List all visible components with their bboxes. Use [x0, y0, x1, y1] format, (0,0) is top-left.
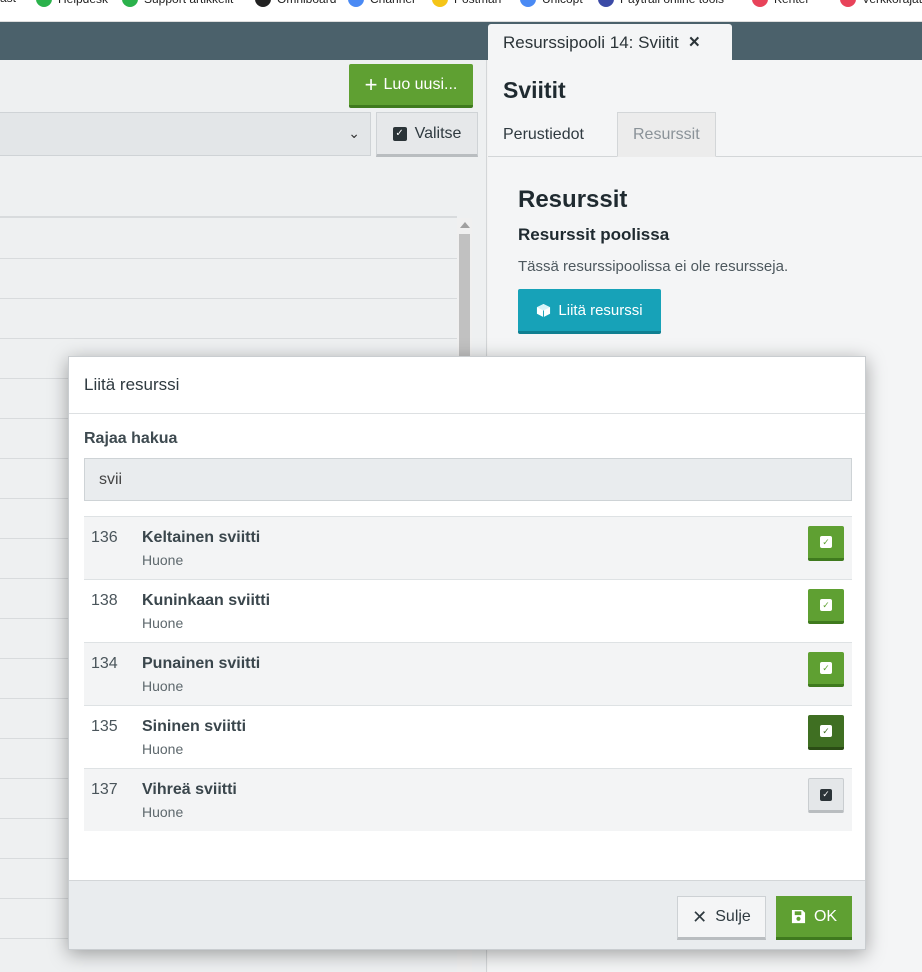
search-input[interactable] — [84, 458, 852, 501]
resource-type: Huone — [142, 615, 184, 631]
result-row[interactable]: 136 Keltainen sviitti Huone ✓ — [84, 516, 852, 579]
result-row[interactable]: 137 Vihreä sviitti Huone ✓ — [84, 768, 852, 831]
bookmark-label: Paytrail online tools — [620, 0, 724, 6]
bookmark-item[interactable]: Omniboard — [255, 0, 336, 7]
bookmark-item[interactable]: Support artikkelit — [122, 0, 233, 7]
filter-label: Rajaa hakua — [84, 430, 178, 447]
close-icon: ✕ — [692, 906, 708, 927]
resource-name: Keltainen sviitti — [142, 529, 261, 546]
tab-perustiedot[interactable]: Perustiedot — [503, 112, 584, 157]
result-row[interactable]: 138 Kuninkaan sviitti Huone ✓ — [84, 579, 852, 642]
select-checkbox[interactable]: ✓ — [808, 526, 844, 561]
resource-type: Huone — [142, 804, 184, 820]
resource-id: 135 — [91, 718, 118, 735]
resource-id: 134 — [91, 655, 118, 672]
plus-icon: + — [364, 71, 378, 97]
select-checkbox[interactable]: ✓ — [808, 652, 844, 687]
bookmark-item[interactable]: Helpdesk — [36, 0, 108, 7]
bookmark-icon — [840, 0, 856, 7]
panel-title: Sviitit — [503, 77, 566, 103]
ok-button[interactable]: OK — [776, 896, 852, 940]
resource-name: Sininen sviitti — [142, 718, 247, 735]
bookmark-item[interactable]: Paytrail online tools — [598, 0, 724, 7]
select-checkbox[interactable]: ✓ — [808, 778, 844, 813]
bookmark-item[interactable]: ast — [0, 0, 16, 5]
filter-select[interactable]: ⌄ — [0, 112, 371, 156]
resource-type: Huone — [142, 552, 184, 568]
check-icon: ✓ — [820, 599, 832, 611]
attach-resource-dialog: Liitä resurssi Rajaa hakua 136 Keltainen … — [68, 356, 866, 950]
bookmark-label: Unicopt — [542, 0, 583, 6]
select-mode-button[interactable]: ✓ Valitse — [376, 112, 478, 157]
check-icon: ✓ — [820, 788, 832, 801]
bookmark-icon — [432, 0, 448, 7]
bookmark-label: Channel — [370, 0, 415, 6]
scroll-up-icon[interactable] — [460, 222, 470, 228]
bookmark-icon — [598, 0, 614, 7]
select-mode-label: Valitse — [414, 124, 462, 142]
bookmark-icon — [348, 0, 364, 7]
result-row[interactable]: 135 Sininen sviitti Huone ✓ — [84, 705, 852, 768]
checkbox-icon: ✓ — [392, 126, 407, 141]
bookmark-label: Postman — [454, 0, 501, 6]
bookmark-icon — [36, 0, 52, 7]
resource-type: Huone — [142, 741, 184, 757]
attach-resource-label: Liitä resurssi — [558, 301, 643, 319]
resource-type: Huone — [142, 678, 184, 694]
close-button-label: Sulje — [715, 908, 751, 925]
bookmark-icon — [122, 0, 138, 7]
check-icon: ✓ — [820, 536, 832, 548]
bookmark-item[interactable]: Kenter — [752, 0, 809, 7]
close-button[interactable]: ✕ Sulje — [677, 896, 766, 940]
tab-resource-pool[interactable]: Resurssipooli 14: Sviitit × — [488, 24, 732, 62]
bookmark-icon — [752, 0, 768, 7]
bookmark-label: Verkkorajat — [862, 0, 922, 6]
select-checkbox[interactable]: ✓ — [808, 715, 844, 750]
bookmark-label: Kenter — [774, 0, 809, 6]
attach-resource-button[interactable]: Liitä resurssi — [518, 289, 661, 334]
scroll-thumb[interactable] — [459, 234, 470, 374]
bookmarks-bar: ast Helpdesk Support artikkelit Omniboard Ch… — [0, 0, 922, 22]
bookmark-label: ast — [0, 0, 16, 5]
empty-resources-text: Tässä resurssipoolissa ei ole resursseja… — [518, 258, 789, 275]
create-new-button[interactable]: + Luo uusi... — [349, 64, 473, 108]
ok-button-label: OK — [813, 907, 838, 925]
bookmark-label: Helpdesk — [58, 0, 108, 6]
check-icon: ✓ — [820, 725, 832, 737]
tab-resurssit[interactable]: Resurssit — [617, 112, 716, 157]
table-row-divider — [0, 338, 457, 339]
table-row-divider — [0, 298, 457, 299]
resource-id: 136 — [91, 529, 118, 546]
panel-tabs: Perustiedot Resurssit — [488, 112, 922, 157]
cube-icon — [537, 303, 551, 317]
table-row-divider — [0, 258, 457, 259]
app-header — [0, 22, 922, 60]
resource-id: 137 — [91, 781, 118, 798]
bookmark-item[interactable]: Verkkorajat — [840, 0, 922, 7]
results-list: 136 Keltainen sviitti Huone ✓ 138 Kuninkaan s… — [84, 516, 852, 831]
bookmark-item[interactable]: Channel — [348, 0, 415, 7]
bookmark-icon — [520, 0, 536, 7]
resource-name: Kuninkaan sviitti — [142, 592, 271, 609]
section-title: Resurssit — [518, 186, 628, 213]
check-icon: ✓ — [820, 662, 832, 674]
bookmark-item[interactable]: Unicopt — [520, 0, 583, 7]
select-checkbox[interactable]: ✓ — [808, 589, 844, 624]
dialog-footer: ✕ Sulje OK — [69, 880, 865, 949]
resource-name: Punainen sviitti — [142, 655, 261, 672]
bookmark-item[interactable]: Postman — [432, 0, 501, 7]
result-row[interactable]: 134 Punainen sviitti Huone ✓ — [84, 642, 852, 705]
create-new-label: Luo uusi... — [383, 75, 458, 93]
resource-name: Vihreä sviitti — [142, 781, 237, 798]
bookmark-icon — [255, 0, 271, 7]
resource-id: 138 — [91, 592, 118, 609]
save-icon — [791, 909, 805, 924]
dialog-title: Liitä resurssi — [69, 357, 865, 414]
close-tab-icon[interactable]: × — [689, 32, 700, 54]
chevron-down-icon: ⌄ — [348, 125, 360, 141]
subsection-title: Resurssit poolissa — [518, 225, 670, 244]
bookmark-label: Support artikkelit — [144, 0, 233, 6]
tab-resource-pool-title: Resurssipooli 14: Sviitit — [503, 33, 679, 52]
bookmark-label: Omniboard — [277, 0, 336, 6]
